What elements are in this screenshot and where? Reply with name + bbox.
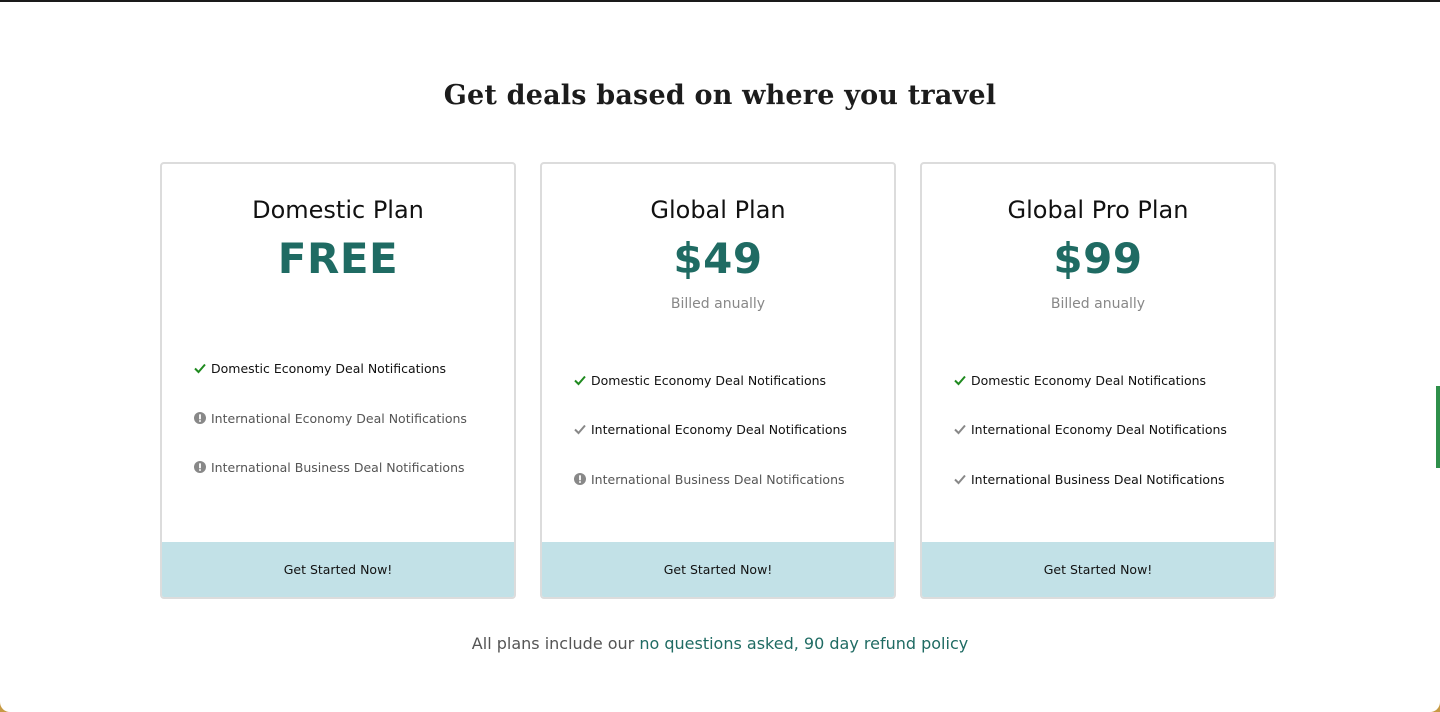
pricing-section: Get deals based on where you travel Dome… xyxy=(0,2,1440,712)
feature-label: International Business Deal Notification… xyxy=(971,471,1225,487)
get-started-button[interactable]: Get Started Now! xyxy=(922,542,1274,597)
feature-label: International Business Deal Notification… xyxy=(211,459,465,475)
feature-item: Domestic Economy Deal Notifications xyxy=(574,370,874,390)
refund-note-prefix: All plans include our xyxy=(471,634,640,653)
feature-item: International Economy Deal Notifications xyxy=(954,419,1254,439)
feature-item: International Business Deal Notification… xyxy=(954,469,1254,489)
feature-list: Domestic Economy Deal Notifications Inte… xyxy=(954,370,1254,489)
feature-label: International Economy Deal Notifications xyxy=(971,421,1227,437)
get-started-button[interactable]: Get Started Now! xyxy=(162,542,514,597)
section-heading: Get deals based on where you travel xyxy=(443,80,997,111)
plan-price: $49 xyxy=(673,234,763,283)
get-started-button[interactable]: Get Started Now! xyxy=(542,542,894,597)
info-icon xyxy=(194,412,206,424)
feature-label: International Business Deal Notification… xyxy=(591,471,845,487)
refund-note: All plans include our no questions asked… xyxy=(0,634,1440,653)
feature-label: Domestic Economy Deal Notifications xyxy=(591,372,827,388)
info-icon xyxy=(574,473,586,485)
feature-label: International Economy Deal Notifications xyxy=(591,421,847,437)
feature-label: Domestic Economy Deal Notifications xyxy=(211,360,447,376)
check-icon xyxy=(574,424,586,435)
feature-item: International Business Deal Notification… xyxy=(574,469,874,489)
plan-card-global: Global Plan $49 Billed anually Domestic … xyxy=(540,162,896,599)
check-icon xyxy=(194,363,206,374)
feature-label: International Economy Deal Notifications xyxy=(211,410,467,426)
plan-price: FREE xyxy=(277,234,399,283)
billing-note: Billed anually xyxy=(1050,296,1146,312)
feature-item: Domestic Economy Deal Notifications xyxy=(194,358,494,378)
check-icon xyxy=(954,424,966,435)
feature-item: International Economy Deal Notifications xyxy=(574,419,874,439)
side-scroll-indicator[interactable] xyxy=(1436,386,1440,468)
plan-title: Global Plan xyxy=(650,196,786,224)
plan-price: $99 xyxy=(1053,234,1143,283)
info-icon xyxy=(194,461,206,473)
feature-label: Domestic Economy Deal Notifications xyxy=(971,372,1207,388)
plan-card-global-pro: Global Pro Plan $99 Billed anually Domes… xyxy=(920,162,1276,599)
feature-item: Domestic Economy Deal Notifications xyxy=(954,370,1254,390)
feature-item: International Business Deal Notification… xyxy=(194,457,494,477)
check-icon xyxy=(954,375,966,386)
plan-card-domestic: Domestic Plan FREE Domestic Economy Deal… xyxy=(160,162,516,599)
feature-list: Domestic Economy Deal Notifications Inte… xyxy=(574,370,874,489)
check-icon xyxy=(574,375,586,386)
refund-policy-link[interactable]: no questions asked, 90 day refund policy xyxy=(639,634,968,653)
check-icon xyxy=(954,474,966,485)
plan-title: Domestic Plan xyxy=(252,196,424,224)
billing-note: Billed anually xyxy=(670,296,766,312)
feature-list: Domestic Economy Deal Notifications Inte… xyxy=(194,358,494,477)
feature-item: International Economy Deal Notifications xyxy=(194,408,494,428)
plan-title: Global Pro Plan xyxy=(1007,196,1189,224)
